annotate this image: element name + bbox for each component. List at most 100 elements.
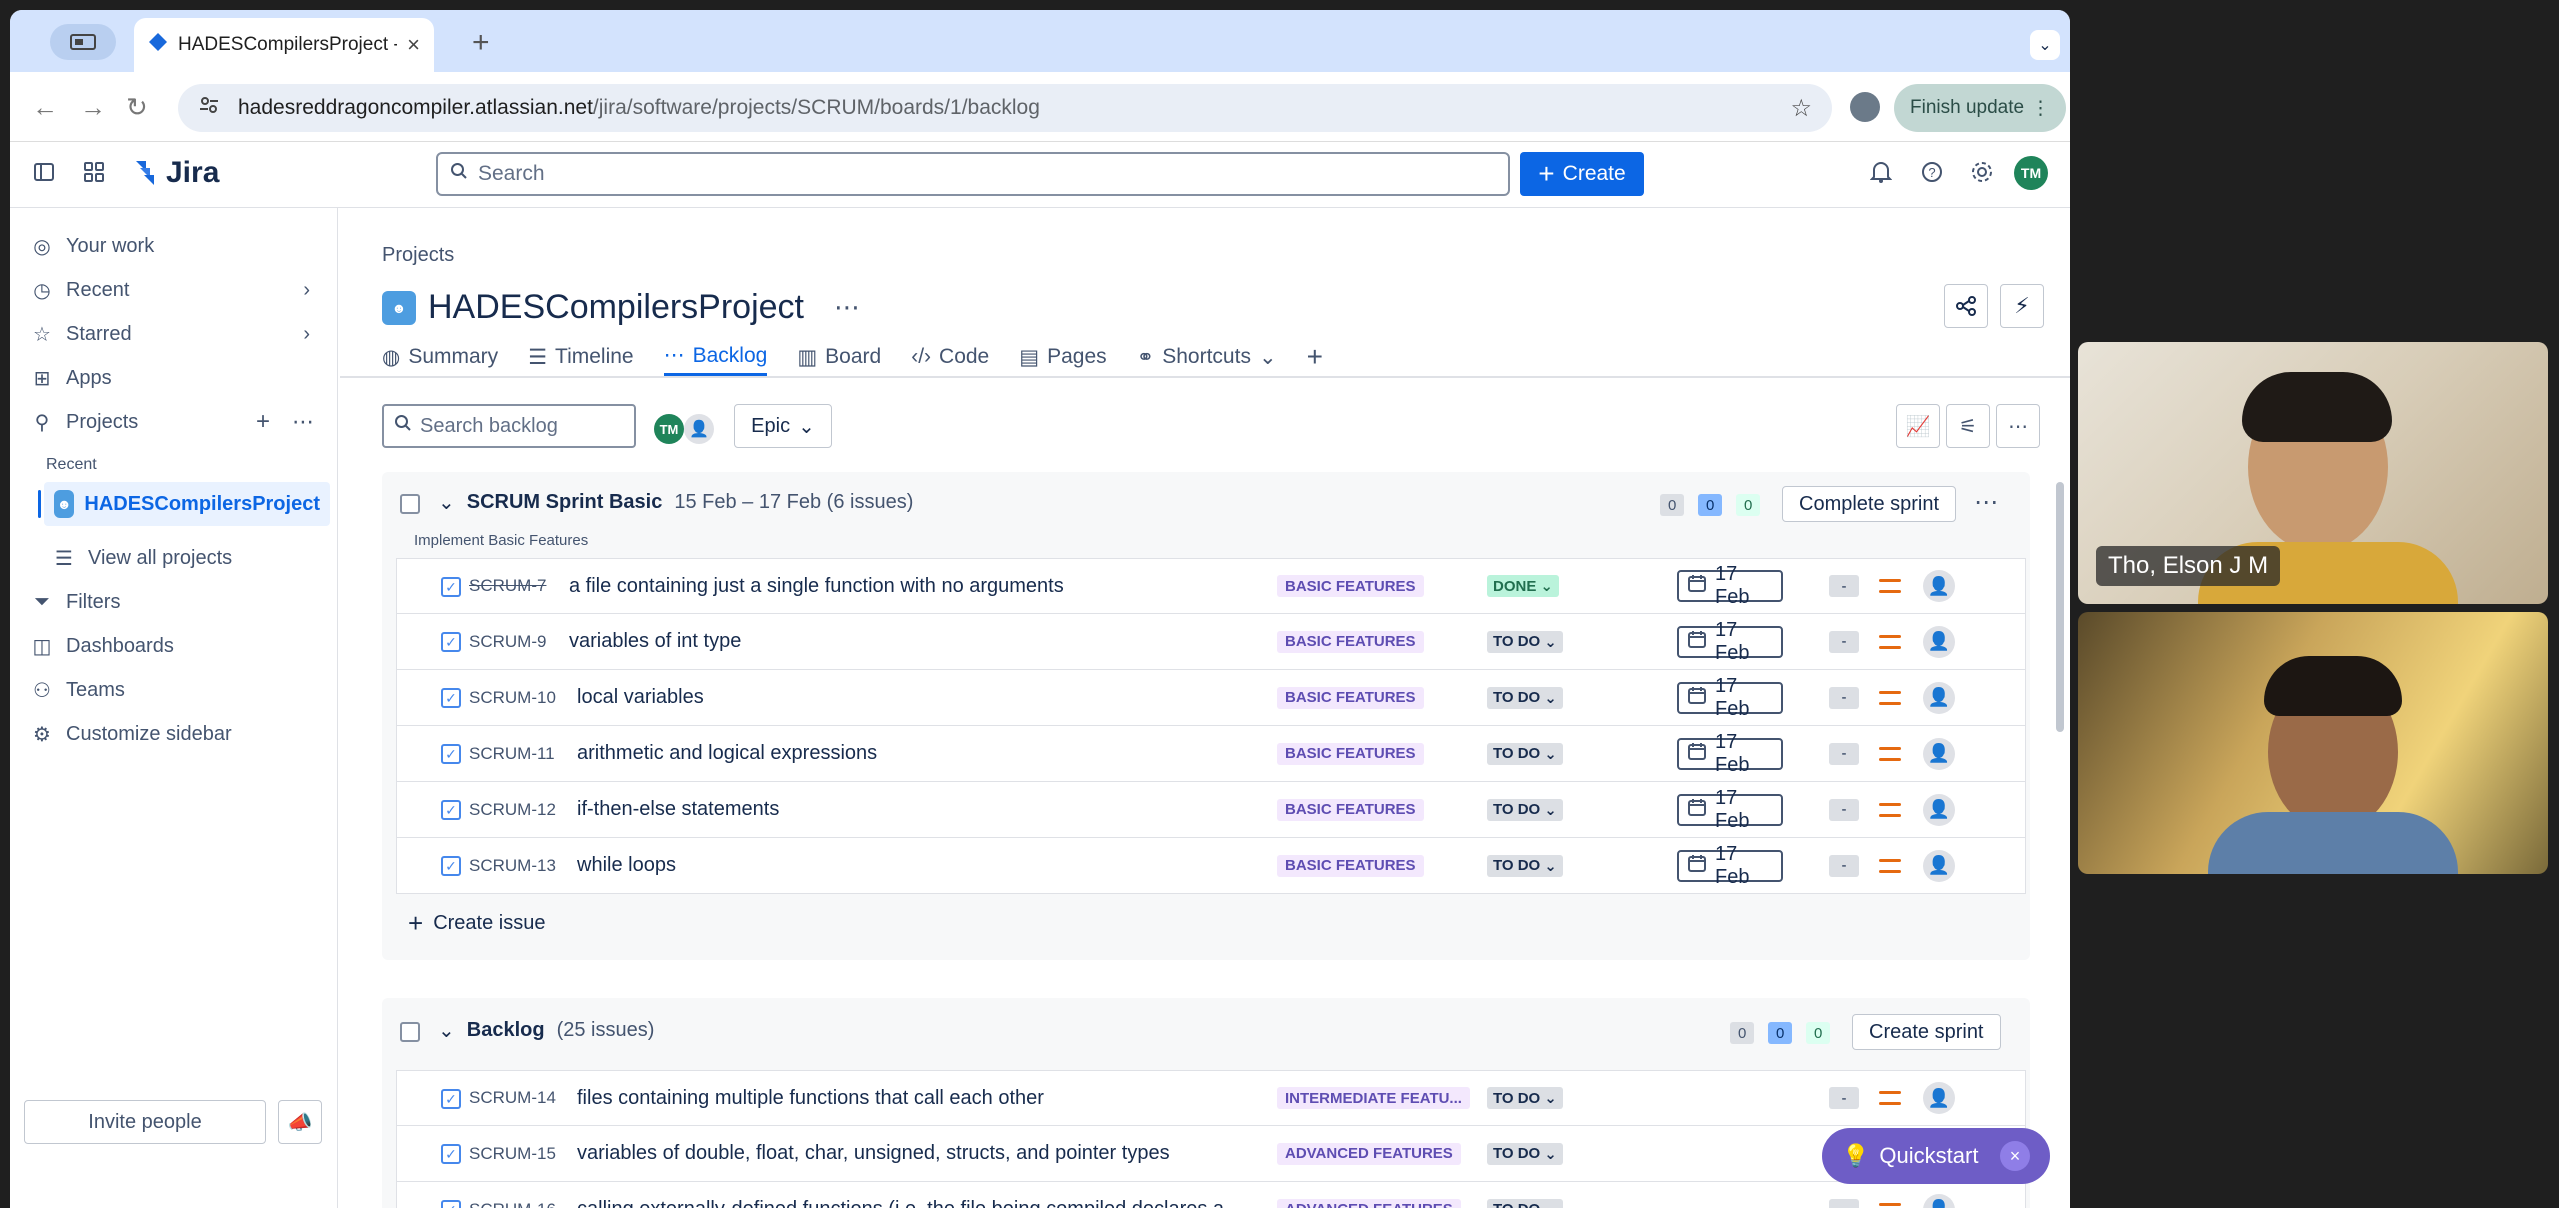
status-dropdown[interactable]: TO DO⌄ xyxy=(1487,798,1563,821)
priority-medium-icon[interactable] xyxy=(1879,746,1901,761)
insights-chart-icon[interactable]: 📈 xyxy=(1896,404,1940,448)
issue-summary[interactable]: a file containing just a single function… xyxy=(569,575,1257,598)
invite-people-button[interactable]: Invite people xyxy=(24,1100,266,1144)
due-date-badge[interactable]: 17 Feb xyxy=(1677,843,1783,888)
status-dropdown[interactable]: TO DO⌄ xyxy=(1487,854,1563,877)
epic-lozenge[interactable]: BASIC FEATURES xyxy=(1277,686,1424,709)
breadcrumb[interactable]: Projects xyxy=(382,244,454,267)
sprint-select-checkbox[interactable] xyxy=(400,494,420,514)
assignee-avatar-icon[interactable]: 👤 xyxy=(1923,1193,1955,1208)
priority-medium-icon[interactable] xyxy=(1879,634,1901,649)
browser-tab-active[interactable]: HADESCompilersProject - Ba × xyxy=(134,18,434,72)
issue-summary[interactable]: variables of double, float, char, unsign… xyxy=(577,1142,1257,1165)
sidebar-item-your-work[interactable]: ◎ Your work xyxy=(30,226,326,266)
priority-medium-icon[interactable] xyxy=(1879,579,1901,593)
unassigned-avatar-icon[interactable]: 👤 xyxy=(684,414,714,444)
epic-lozenge[interactable]: ADVANCED FEATURES xyxy=(1277,1198,1461,1208)
settings-gear-icon[interactable] xyxy=(1970,160,1994,191)
assignee-avatar-icon[interactable]: 👤 xyxy=(1923,625,1955,658)
table-row[interactable]: ✓ SCRUM-12 if-then-else statements BASIC FE… xyxy=(396,782,2026,838)
url-bar[interactable]: hadesreddragoncompiler.atlassian.net/jir… xyxy=(178,84,1832,132)
sidebar-item-view-all-projects[interactable]: ☰ View all projects xyxy=(52,538,330,578)
user-avatar[interactable]: TM xyxy=(2014,156,2048,190)
close-icon[interactable]: × xyxy=(2000,1141,2030,1171)
issue-key[interactable]: SCRUM-7 xyxy=(469,576,546,596)
backlog-title[interactable]: ⌄ Backlog (25 issues) xyxy=(438,1018,654,1043)
more-options-icon[interactable]: ⋯ xyxy=(834,292,860,323)
more-options-icon[interactable]: ⋯ xyxy=(1996,404,2040,448)
story-points-badge[interactable]: - xyxy=(1829,1087,1859,1109)
assignee-avatar-icon[interactable]: 👤 xyxy=(1923,1082,1955,1114)
video-tile-participant-2[interactable] xyxy=(2078,612,2548,874)
sidebar-item-projects[interactable]: ⚲ Projects + ⋯ xyxy=(30,402,326,442)
notifications-bell-icon[interactable] xyxy=(1869,160,1893,191)
epic-lozenge[interactable]: BASIC FEATURES xyxy=(1277,854,1424,877)
search-backlog-input[interactable]: Search backlog xyxy=(382,404,636,448)
assignee-avatar-icon[interactable]: 👤 xyxy=(1923,793,1955,826)
epic-lozenge[interactable]: BASIC FEATURES xyxy=(1277,630,1424,653)
sprint-title[interactable]: ⌄ SCRUM Sprint Basic 15 Feb – 17 Feb (6 … xyxy=(438,490,913,515)
sidebar-item-customize[interactable]: ⚙ Customize sidebar xyxy=(30,714,326,754)
new-tab-icon[interactable]: + xyxy=(472,26,490,60)
table-row[interactable]: ✓ SCRUM-7 a file containing just a single … xyxy=(396,558,2026,614)
close-icon[interactable]: × xyxy=(407,32,420,58)
help-icon[interactable]: ? xyxy=(1920,160,1944,191)
epic-lozenge[interactable]: ADVANCED FEATURES xyxy=(1277,1142,1461,1165)
issue-summary[interactable]: variables of int type xyxy=(569,630,1257,653)
issue-key[interactable]: SCRUM-15 xyxy=(469,1144,556,1164)
table-row[interactable]: ✓ SCRUM-14 files containing multiple funct… xyxy=(396,1070,2026,1126)
epic-lozenge[interactable]: BASIC FEATURES xyxy=(1277,575,1424,597)
assignee-avatar-icon[interactable]: 👤 xyxy=(1923,570,1955,602)
issue-summary[interactable]: calling externally-defined functions (i.… xyxy=(577,1198,1257,1208)
tab-code[interactable]: ‹/› Code xyxy=(911,338,989,376)
story-points-badge[interactable]: - xyxy=(1829,575,1859,597)
finish-update-button[interactable]: Finish update ⋮ xyxy=(1894,84,2066,132)
page-scrollbar[interactable] xyxy=(2056,482,2064,732)
story-points-badge[interactable]: - xyxy=(1829,686,1859,709)
forward-icon[interactable]: → xyxy=(80,92,106,123)
table-row[interactable]: ✓ SCRUM-16 calling externally-defined func… xyxy=(396,1182,2026,1208)
quickstart-button[interactable]: 💡 Quickstart × xyxy=(1822,1128,2050,1184)
epic-filter-dropdown[interactable]: Epic ⌄ xyxy=(734,404,832,448)
tab-timeline[interactable]: ☰ Timeline xyxy=(528,338,633,376)
issue-key[interactable]: SCRUM-14 xyxy=(469,1088,556,1108)
due-date-badge[interactable]: 17 Feb xyxy=(1677,675,1783,720)
megaphone-icon[interactable]: 📣 xyxy=(278,1100,322,1144)
status-dropdown[interactable]: TO DO⌄ xyxy=(1487,1087,1563,1109)
automation-lightning-icon[interactable]: ⚡ xyxy=(2000,284,2044,328)
issue-summary[interactable]: arithmetic and logical expressions xyxy=(577,742,1257,765)
status-dropdown[interactable]: TO DO⌄ xyxy=(1487,1142,1563,1165)
bookmark-star-icon[interactable]: ☆ xyxy=(1790,94,1812,123)
due-date-badge[interactable]: 17 Feb xyxy=(1677,563,1783,608)
tab-board[interactable]: ▥ Board xyxy=(797,338,881,376)
app-switcher-icon[interactable] xyxy=(82,160,106,191)
status-dropdown[interactable]: TO DO⌄ xyxy=(1487,686,1563,709)
table-row[interactable]: ✓ SCRUM-9 variables of int type BASIC FEATU… xyxy=(396,614,2026,670)
table-row[interactable]: ✓ SCRUM-11 arithmetic and logical expressi… xyxy=(396,726,2026,782)
global-search-input[interactable]: Search xyxy=(436,152,1510,196)
issue-key[interactable]: SCRUM-12 xyxy=(469,800,556,820)
video-tile-participant-1[interactable]: Tho, Elson J M xyxy=(2078,342,2548,604)
sidebar-item-starred[interactable]: ☆ Starred › xyxy=(30,314,326,354)
backlog-select-checkbox[interactable] xyxy=(400,1022,420,1042)
status-dropdown[interactable]: TO DO⌄ xyxy=(1487,630,1563,653)
reload-icon[interactable]: ↻ xyxy=(126,92,148,123)
issue-summary[interactable]: files containing multiple functions that… xyxy=(577,1087,1257,1110)
assignee-avatar-icon[interactable]: 👤 xyxy=(1923,849,1955,882)
back-icon[interactable]: ← xyxy=(32,92,58,123)
sidebar-item-recent[interactable]: ◷ Recent › xyxy=(30,270,326,310)
status-dropdown[interactable]: TO DO⌄ xyxy=(1487,742,1563,765)
create-sprint-button[interactable]: Create sprint xyxy=(1852,1014,2001,1050)
more-options-icon[interactable]: ⋯ xyxy=(292,409,314,435)
issue-key[interactable]: SCRUM-13 xyxy=(469,856,556,876)
status-dropdown[interactable]: TO DO⌄ xyxy=(1487,1198,1563,1208)
sidebar-item-current-project[interactable]: ☻ HADESCompilersProject xyxy=(38,482,330,526)
due-date-badge[interactable]: 17 Feb xyxy=(1677,787,1783,832)
status-dropdown[interactable]: DONE ⌄ xyxy=(1487,575,1559,597)
more-options-icon[interactable]: ⋯ xyxy=(1974,488,1998,517)
tab-shortcuts[interactable]: ⚭ Shortcuts ⌄ xyxy=(1137,338,1277,376)
add-project-plus-icon[interactable]: + xyxy=(256,408,270,436)
sidebar-item-apps[interactable]: ⊞ Apps xyxy=(30,358,326,398)
view-settings-icon[interactable]: ⚟ xyxy=(1946,404,1990,448)
priority-medium-icon[interactable] xyxy=(1879,1091,1901,1105)
